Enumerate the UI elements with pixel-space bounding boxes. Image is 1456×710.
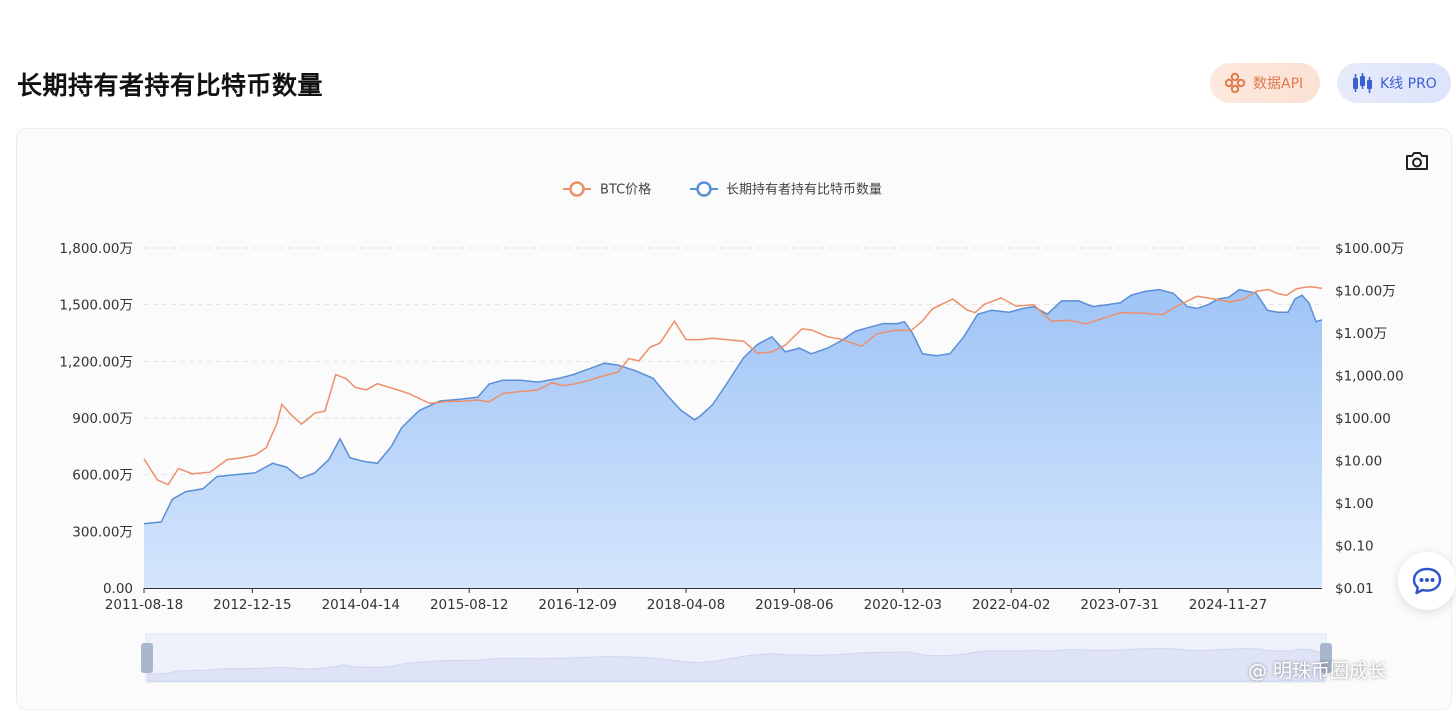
y-right-tick-label: $100.00	[1335, 411, 1391, 427]
chat-button[interactable]	[1398, 552, 1456, 610]
range-slider-left-handle[interactable]	[141, 643, 153, 673]
y-right-tick-label: $1,000.00	[1335, 369, 1404, 385]
legend-item-btc-price[interactable]: BTC价格	[563, 181, 651, 198]
legend-label-lth-holdings: 长期持有者持有比特币数量	[726, 183, 882, 198]
y-right-tick-label: $0.01	[1335, 581, 1374, 597]
y-axis-left-ticks: 0.00 300.00万 600.00万 900.00万 1,200.00万 1,500.…	[59, 241, 133, 597]
y-right-tick-label: $0.10	[1335, 539, 1374, 555]
x-tick-label: 2014-04-14	[322, 597, 400, 613]
y-left-tick-label: 600.00万	[72, 468, 133, 484]
y-left-tick-label: 1,800.00万	[59, 241, 133, 257]
chart: BTC价格 长期持有者持有比特币数量 CoinAnk 2011-08-18201…	[59, 181, 1404, 683]
y-axis-right-ticks: $0.01 $0.10 $1.00 $10.00 $100.00 $1,000.00 $1.…	[1335, 241, 1404, 597]
x-tick-label: 2020-12-03	[864, 597, 942, 613]
y-left-tick-label: 1,200.00万	[59, 354, 133, 370]
y-left-tick-label: 300.00万	[72, 524, 133, 540]
y-right-tick-label: $1.00万	[1335, 326, 1387, 342]
x-axis-ticks: 2011-08-18 2012-12-15 2014-04-14 2015-08-12…	[105, 588, 1267, 613]
y-right-tick-label: $1.00	[1335, 496, 1374, 512]
chat-icon	[1412, 567, 1442, 595]
range-slider[interactable]	[141, 633, 1332, 683]
x-tick-label: 2015-08-12	[430, 597, 508, 613]
x-tick-label: 2016-12-09	[538, 597, 616, 613]
y-right-tick-label: $10.00万	[1335, 284, 1396, 300]
y-left-tick-label: 900.00万	[72, 411, 133, 427]
y-left-tick-label: 0.00	[103, 581, 133, 597]
x-tick-label: 2024-11-27	[1189, 597, 1267, 613]
lth-holdings-area	[144, 289, 1322, 588]
legend-item-lth-holdings[interactable]: 长期持有者持有比特币数量	[690, 181, 882, 198]
y-left-tick-label: 1,500.00万	[59, 298, 133, 314]
y-right-tick-label: $10.00	[1335, 454, 1382, 470]
x-tick-label: 2018-04-08	[647, 597, 725, 613]
watermark: @ 明珠币圈成长	[1248, 656, 1387, 683]
x-tick-label: 2011-08-18	[105, 597, 183, 613]
x-tick-label: 2019-08-06	[755, 597, 833, 613]
watermark-text: @ 明珠币圈成长	[1248, 660, 1388, 682]
x-tick-label: 2022-04-02	[972, 597, 1050, 613]
legend[interactable]: BTC价格 长期持有者持有比特币数量	[563, 181, 882, 198]
x-tick-label: 2023-07-31	[1080, 597, 1158, 613]
y-right-tick-label: $100.00万	[1335, 241, 1404, 257]
x-tick-label: 2012-12-15	[213, 597, 291, 613]
legend-label-btc-price: BTC价格	[600, 182, 651, 198]
